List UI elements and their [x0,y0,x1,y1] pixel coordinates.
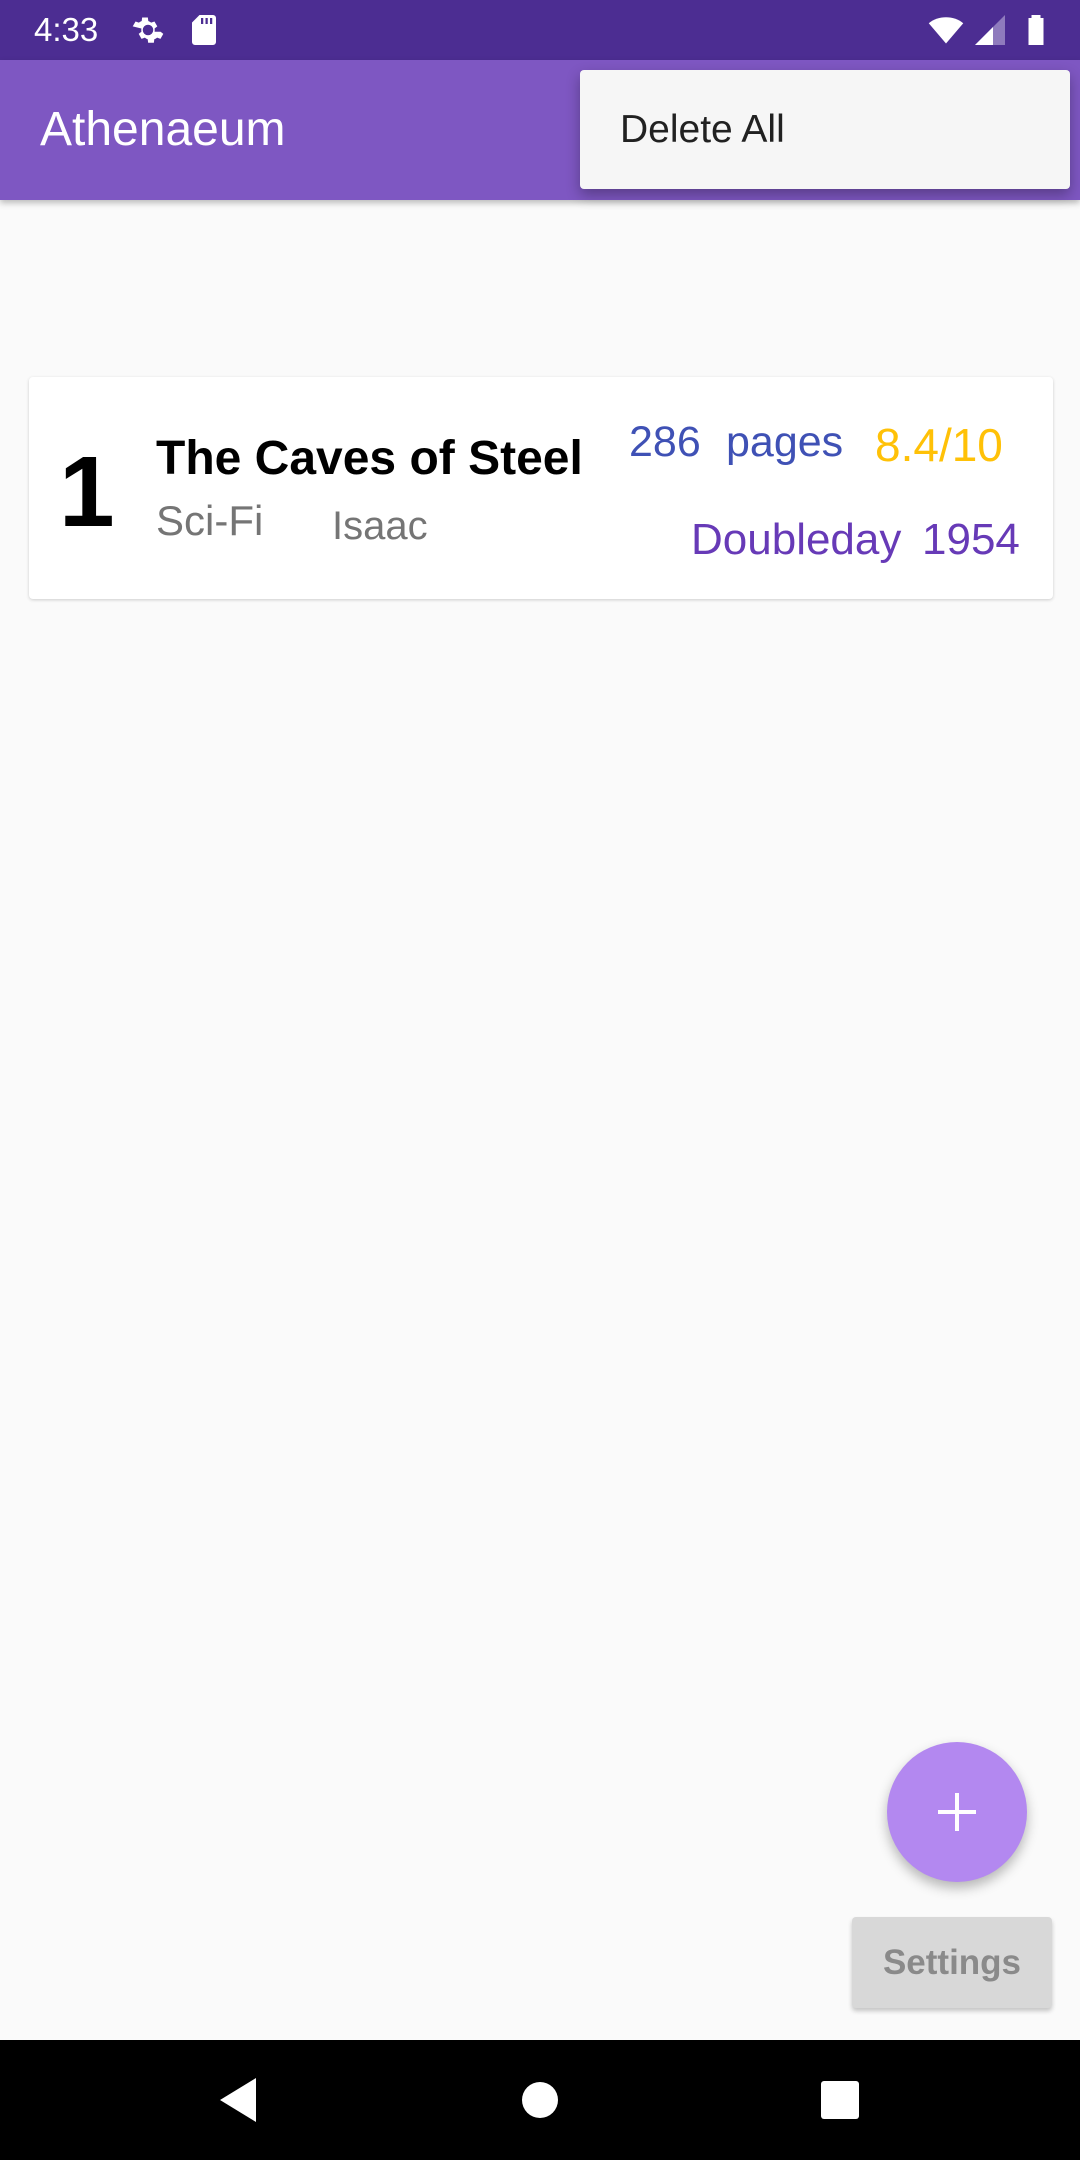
book-genre: Sci-Fi [156,497,264,544]
book-rank: 1 [59,436,115,548]
settings-button[interactable]: Settings [852,1917,1052,2008]
overflow-menu: Delete All [580,70,1070,189]
sd-card-icon [192,15,216,45]
home-icon[interactable] [510,2070,570,2130]
menu-item-delete-all[interactable]: Delete All [580,70,1070,189]
signal-icon [975,15,1005,45]
book-rating: 8.4/10 [875,419,1003,471]
app-title: Athenaeum [40,103,286,156]
battery-icon [1028,15,1044,45]
navigation-bar [0,2040,1080,2160]
book-title: The Caves of Steel [156,432,583,485]
status-bar: 4:33 [0,0,1080,60]
recents-icon[interactable] [810,2070,870,2130]
back-icon[interactable] [208,2070,268,2130]
book-card[interactable]: 1 The Caves of Steel Sci-Fi Isaac 286 pa… [29,377,1053,599]
book-pages: 286 [629,418,701,466]
status-time: 4:33 [34,11,99,48]
book-pages-unit: pages [726,418,844,466]
plus-icon [938,1793,976,1831]
gear-icon [132,17,164,43]
book-author: Isaac [332,504,428,548]
wifi-icon [928,17,964,44]
add-book-button[interactable] [887,1742,1027,1882]
book-year: 1954 [922,515,1020,564]
book-publisher: Doubleday [691,515,902,564]
